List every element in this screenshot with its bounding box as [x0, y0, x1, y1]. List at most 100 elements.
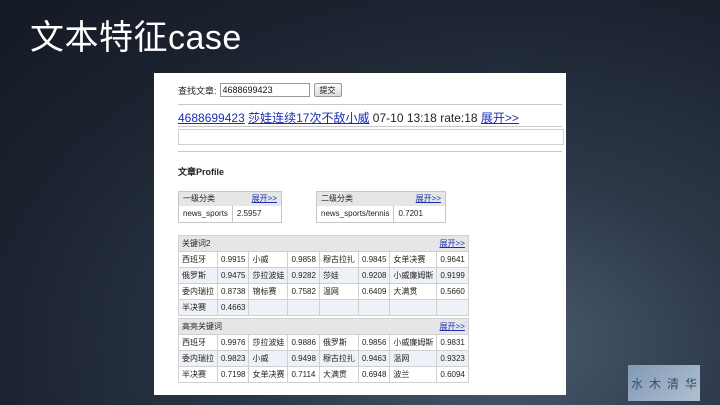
- level1-header-label: 一级分类: [183, 194, 215, 203]
- score-cell: 0.9199: [436, 267, 469, 284]
- level1-row: news_sports 2.5957: [179, 206, 281, 222]
- score-cell: 0.5660: [436, 283, 469, 300]
- table-header-cell: 高亮关键词 展开>>: [178, 318, 469, 335]
- level2-header-label: 二级分类: [321, 194, 353, 203]
- table-row: 委内瑞拉 0.9823 小威 0.9498 穆古拉扎 0.9463 温网 0.9323: [178, 350, 469, 367]
- keyword-cell: 小威: [248, 251, 289, 268]
- score-cell: [357, 299, 391, 316]
- score-cell: 0.9475: [216, 267, 250, 284]
- keyword-cell: 小威: [248, 350, 289, 367]
- score-cell: 0.9208: [357, 267, 391, 284]
- table-header-cell: 关键词2 展开>>: [178, 235, 469, 252]
- level1-category-box: 一级分类 展开>> news_sports 2.5957: [178, 191, 282, 223]
- table-row: 委内瑞拉 0.8738 锦标赛 0.7582 温网 0.6409 大满贯 0.5660: [178, 283, 469, 300]
- keyword-cell: 大满贯: [318, 366, 359, 383]
- table-row: 西班牙 0.9976 莎拉波娃 0.9886 俄罗斯 0.9856 小威廉姆斯 0.9831: [178, 334, 469, 351]
- level2-row: news_sports/tennis 0.7201: [317, 206, 445, 222]
- table-row: 半决赛 0.7198 女单决赛 0.7114 大满贯 0.6948 波兰 0.6094: [178, 366, 469, 383]
- score-cell: 0.6094: [436, 366, 469, 383]
- keyword-cell: 波兰: [389, 366, 438, 383]
- keyword-cell: 女单决赛: [248, 366, 289, 383]
- level1-value: 2.5957: [231, 206, 265, 222]
- keyword-cell: 锦标赛: [248, 283, 289, 300]
- level2-expand-link[interactable]: 展开>>: [416, 192, 441, 206]
- score-cell: 0.7114: [287, 366, 320, 383]
- article-expand-link[interactable]: 展开>>: [481, 111, 519, 125]
- score-cell: 0.4663: [216, 299, 250, 316]
- score-cell: 0.7582: [287, 283, 320, 300]
- score-cell: 0.9976: [216, 334, 250, 351]
- keyword-cell: 女单决赛: [389, 251, 438, 268]
- profile-title: 文章Profile: [178, 167, 225, 177]
- divider: [178, 104, 562, 105]
- keyword-cell: 委内瑞拉: [178, 350, 218, 367]
- score-cell: 0.6409: [357, 283, 391, 300]
- article-rate: rate:18: [440, 111, 478, 125]
- level2-value: 0.7201: [393, 206, 426, 222]
- level2-name: news_sports/tennis: [321, 209, 390, 218]
- article-time: 07-10 13:18: [372, 111, 437, 125]
- score-cell: 0.9845: [357, 251, 391, 268]
- table-row: 西班牙 0.9915 小威 0.9858 穆古拉扎 0.9845 女单决赛 0.9641: [178, 251, 469, 268]
- keyword-cell: 俄罗斯: [318, 334, 359, 351]
- keyword-cell: 半决赛: [178, 299, 218, 316]
- score-cell: 0.9915: [216, 251, 250, 268]
- watermark-char: 华: [684, 376, 697, 391]
- article-search-input[interactable]: [219, 83, 310, 97]
- score-cell: 0.8738: [216, 283, 250, 300]
- keyword-cell: 委内瑞拉: [178, 283, 218, 300]
- submit-button[interactable]: 提交: [313, 83, 342, 97]
- highlight-keywords-table: 高亮关键词 展开>> 西班牙 0.9976 莎拉波娃 0.9886 俄罗斯 0.9856 小威廉…: [178, 318, 469, 383]
- article-profile-panel: 查找文章: 提交 4688699423 莎娃连续17次不敌小威 07-10 13…: [154, 73, 566, 395]
- article-summary: 4688699423 莎娃连续17次不敌小威 07-10 13:18 rate:…: [178, 109, 519, 126]
- keyword-cell: 西班牙: [178, 334, 218, 351]
- article-title-link[interactable]: 莎娃连续17次不敌小威: [248, 111, 369, 125]
- keyword-cell: 穆古拉扎: [318, 350, 359, 367]
- keyword-cell: [248, 299, 289, 316]
- score-cell: [436, 299, 469, 316]
- level1-expand-link[interactable]: 展开>>: [252, 192, 277, 206]
- keyword-cell: 穆古拉扎: [318, 251, 359, 268]
- keyword-cell: 西班牙: [178, 251, 218, 268]
- keyword-cell: 莎娃: [318, 267, 359, 284]
- score-cell: 0.9831: [436, 334, 469, 351]
- table-expand-link[interactable]: 展开>>: [440, 321, 465, 332]
- keyword-cell: 莎拉波娃: [248, 334, 289, 351]
- keyword-cell: 小威廉姆斯: [389, 334, 438, 351]
- level1-header: 一级分类 展开>>: [179, 192, 281, 206]
- level2-category-box: 二级分类 展开>> news_sports/tennis 0.7201: [316, 191, 446, 223]
- table-header-label: 高亮关键词: [182, 322, 222, 331]
- divider: [178, 126, 562, 127]
- keyword-cell: 温网: [318, 283, 359, 300]
- table-expand-link[interactable]: 展开>>: [440, 238, 465, 249]
- score-cell: 0.9823: [216, 350, 250, 367]
- table-header-row: 关键词2 展开>>: [178, 235, 469, 252]
- score-cell: 0.9858: [287, 251, 320, 268]
- watermark-char: 水: [630, 376, 643, 391]
- keyword-cell: [318, 299, 359, 316]
- score-cell: 0.9463: [357, 350, 391, 367]
- score-cell: 0.6948: [357, 366, 391, 383]
- keyword-cell: 小威廉姆斯: [389, 267, 438, 284]
- watermark-char: 清: [666, 376, 679, 391]
- watermark-stamp: 水 木 清 华: [628, 365, 700, 401]
- keyword-cell: 大满贯: [389, 283, 438, 300]
- divider: [178, 151, 562, 152]
- keyword-cell: [389, 299, 438, 316]
- table-header-label: 关键词2: [182, 239, 211, 248]
- article-id-link[interactable]: 4688699423: [178, 111, 245, 125]
- score-cell: 0.9323: [436, 350, 469, 367]
- keyword-cell: 温网: [389, 350, 438, 367]
- level2-header: 二级分类 展开>>: [317, 192, 445, 206]
- table-row: 俄罗斯 0.9475 莎拉波娃 0.9282 莎娃 0.9208 小威廉姆斯 0.9199: [178, 267, 469, 284]
- slide-title: 文本特征case: [30, 19, 242, 57]
- table-header-row: 高亮关键词 展开>>: [178, 318, 469, 335]
- score-cell: [287, 299, 320, 316]
- score-cell: 0.9641: [436, 251, 469, 268]
- score-cell: 0.9856: [357, 334, 391, 351]
- keyword-cell: 俄罗斯: [178, 267, 218, 284]
- keyword-cell: 莎拉波娃: [248, 267, 289, 284]
- score-cell: 0.9498: [287, 350, 320, 367]
- score-cell: 0.9282: [287, 267, 320, 284]
- score-cell: 0.9886: [287, 334, 320, 351]
